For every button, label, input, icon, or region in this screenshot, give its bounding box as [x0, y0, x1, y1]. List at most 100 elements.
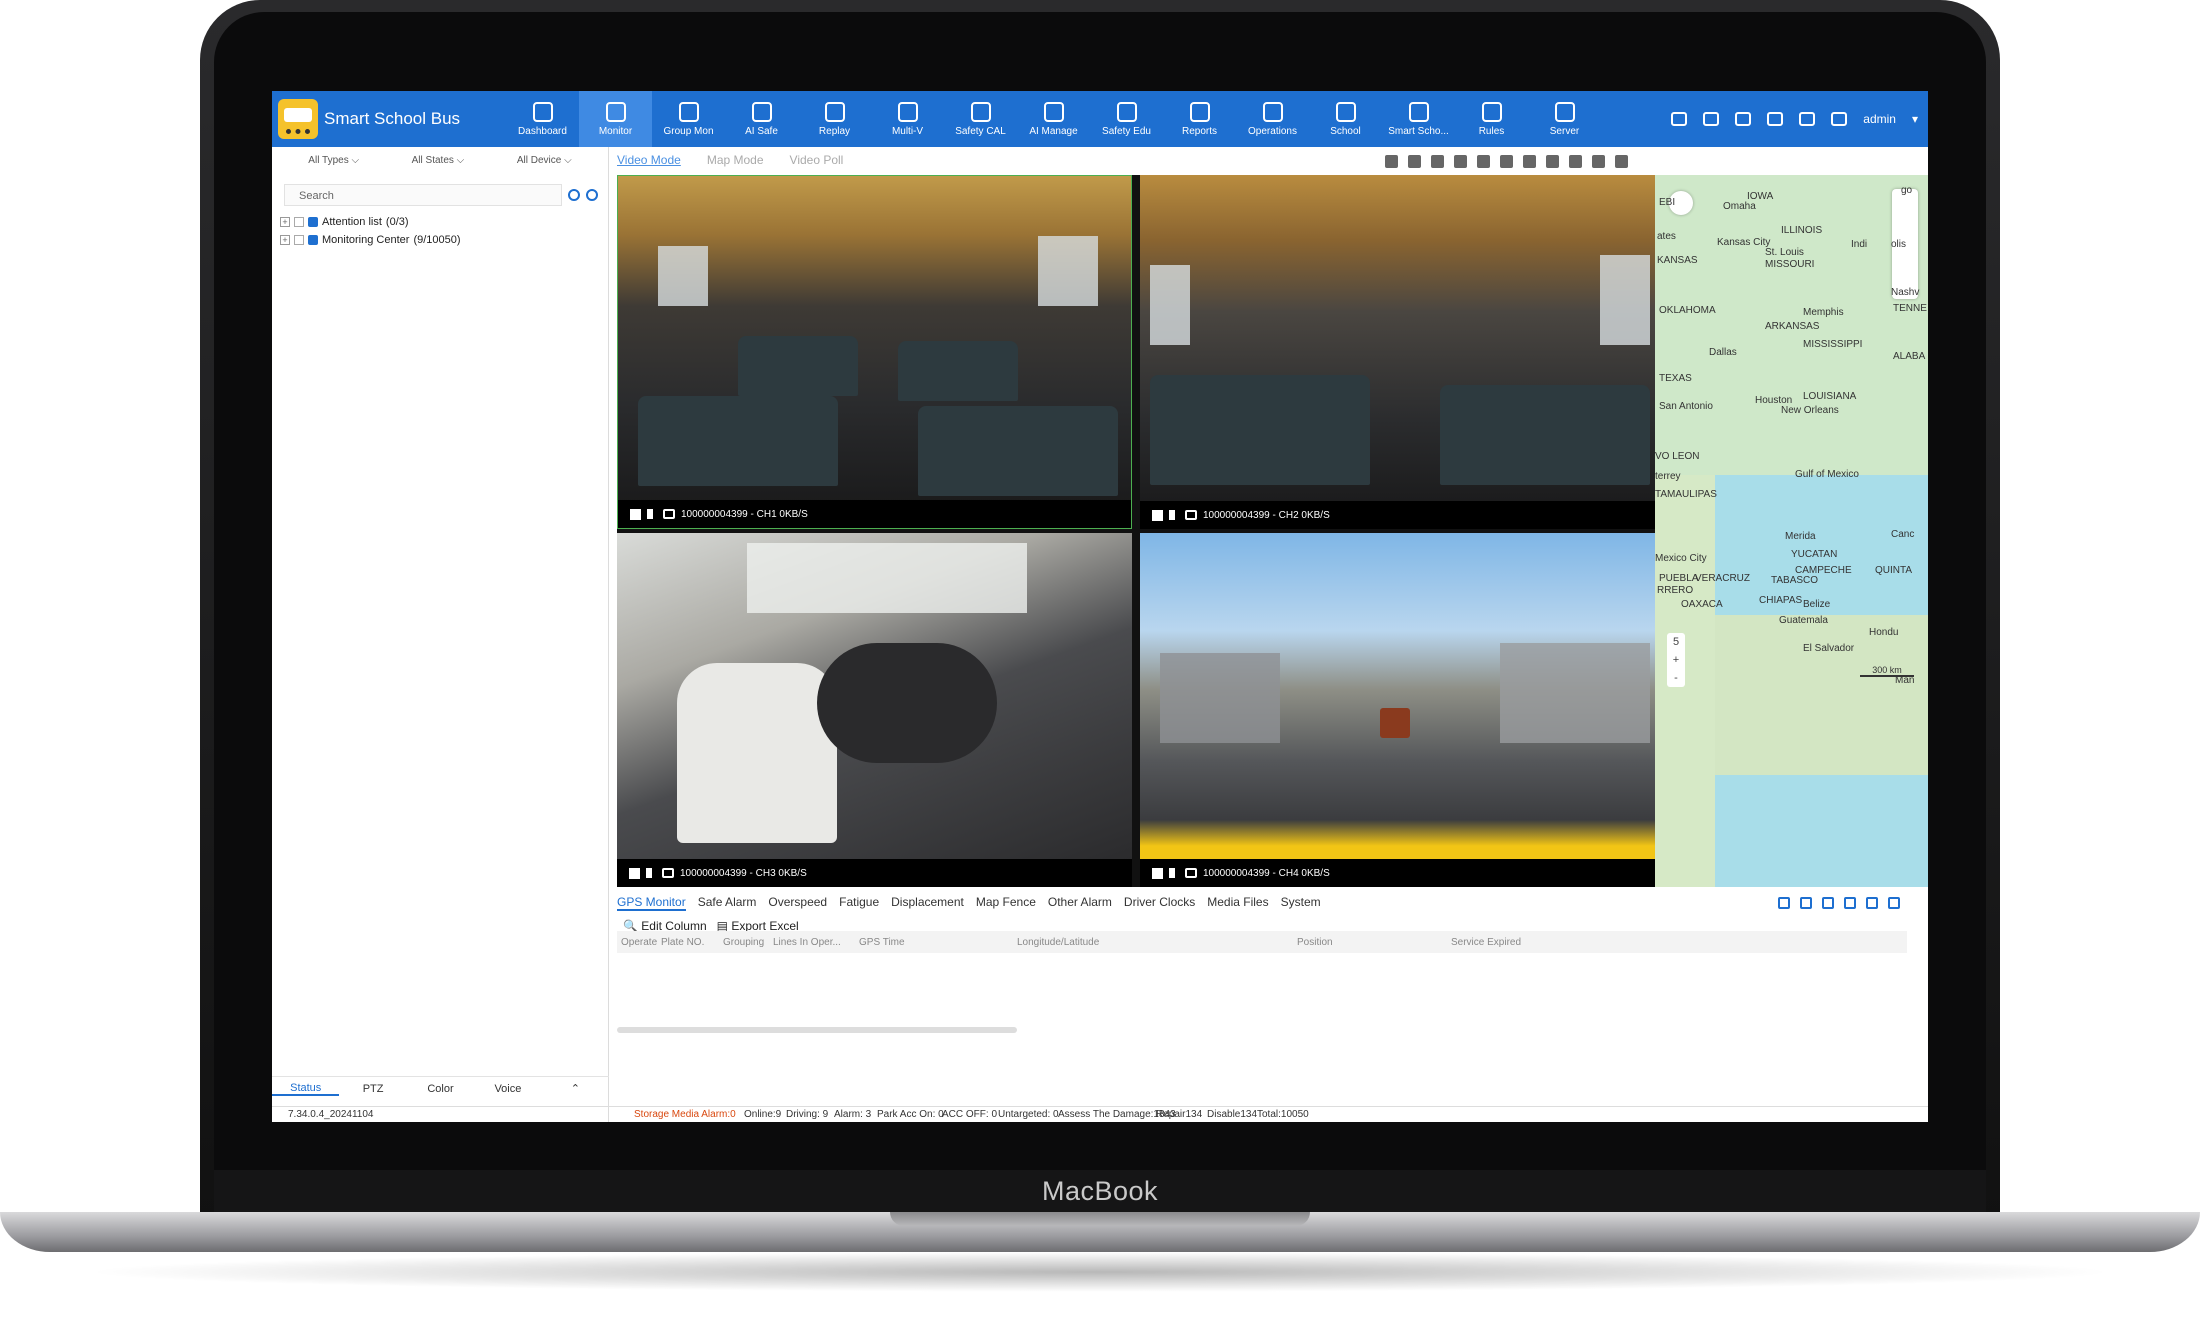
nav-item-safety-cal[interactable]: Safety CAL [944, 91, 1017, 147]
alarm-bell-icon[interactable] [1703, 112, 1720, 126]
tab-video-poll[interactable]: Video Poll [790, 153, 844, 167]
column-header[interactable]: Grouping [723, 937, 764, 948]
download-icon[interactable] [1671, 112, 1688, 126]
column-header[interactable]: Longitude/Latitude [1017, 937, 1099, 948]
collapse-up-icon[interactable]: ⌃ [542, 1082, 609, 1095]
snapshot-icon[interactable] [1185, 510, 1197, 520]
fullscreen-icon[interactable] [1592, 155, 1605, 168]
tab-other-alarm[interactable]: Other Alarm [1048, 895, 1112, 911]
filter-device[interactable]: All Device ⌵ [517, 155, 572, 171]
tab-video-mode[interactable]: Video Mode [617, 153, 681, 167]
capture-icon[interactable] [1523, 155, 1536, 168]
nav-item-school[interactable]: School [1309, 91, 1382, 147]
column-header[interactable]: Position [1297, 937, 1333, 948]
search-input[interactable]: Search [284, 184, 563, 206]
nav-item-rules[interactable]: Rules [1455, 91, 1528, 147]
mute-icon[interactable] [646, 868, 656, 878]
filter-states[interactable]: All States ⌵ [412, 155, 465, 171]
column-header[interactable]: Plate NO. [661, 937, 704, 948]
nav-item-monitor[interactable]: Monitor [579, 91, 652, 147]
column-header[interactable]: Lines In Oper... [773, 937, 841, 948]
video-cell-ch2[interactable]: 100000004399 - CH2 0KB/S [1140, 175, 1655, 529]
stop-icon[interactable] [1569, 155, 1582, 168]
tab-system[interactable]: System [1281, 895, 1321, 911]
nav-item-multi-v[interactable]: Multi-V [871, 91, 944, 147]
tree-item-attention[interactable]: + Attention list (0/3) [280, 213, 461, 231]
brand[interactable]: Smart School Bus [278, 97, 460, 141]
mute-icon[interactable] [1169, 510, 1179, 520]
expand-icon[interactable]: + [280, 235, 290, 245]
settings-icon[interactable] [586, 189, 598, 201]
stop-square-icon[interactable] [1152, 509, 1163, 521]
bus-list-icon[interactable] [1778, 897, 1790, 909]
snapshot-icon[interactable] [663, 509, 675, 519]
layout-1-icon[interactable] [1385, 155, 1398, 168]
layout-9-icon[interactable] [1477, 155, 1490, 168]
mute-icon[interactable] [647, 509, 657, 519]
tab-voice[interactable]: Voice [474, 1083, 541, 1095]
layout-4-icon[interactable] [1408, 155, 1421, 168]
snapshot-icon[interactable] [662, 868, 674, 878]
mute-icon[interactable] [1169, 868, 1179, 878]
tab-media-files[interactable]: Media Files [1207, 895, 1268, 911]
video-cell-ch1[interactable]: 100000004399 - CH1 0KB/S [617, 175, 1132, 529]
user-menu[interactable]: admin [1863, 112, 1896, 126]
stop-square-icon[interactable] [1152, 867, 1163, 879]
tab-overspeed[interactable]: Overspeed [768, 895, 827, 911]
column-header[interactable]: Operate [621, 937, 657, 948]
apps-grid-icon[interactable] [1735, 112, 1752, 126]
gear-icon[interactable] [1615, 155, 1628, 168]
chevron-down-icon[interactable]: ▾ [1912, 112, 1918, 126]
tab-driver-clocks[interactable]: Driver Clocks [1124, 895, 1195, 911]
zoom-in-icon[interactable]: + [1667, 651, 1685, 669]
tab-ptz[interactable]: PTZ [339, 1083, 406, 1095]
stop-square-icon[interactable] [630, 508, 641, 520]
nav-item-server[interactable]: Server [1528, 91, 1601, 147]
nav-item-reports[interactable]: Reports [1163, 91, 1236, 147]
nav-item-replay[interactable]: Replay [798, 91, 871, 147]
tree-checkbox[interactable] [294, 217, 304, 227]
home-icon[interactable] [1866, 897, 1878, 909]
nav-item-dashboard[interactable]: Dashboard [506, 91, 579, 147]
tab-map-mode[interactable]: Map Mode [707, 153, 764, 167]
snapshot-icon[interactable] [1185, 868, 1197, 878]
tree-checkbox[interactable] [294, 235, 304, 245]
tab-safe-alarm[interactable]: Safe Alarm [698, 895, 757, 911]
tab-displacement[interactable]: Displacement [891, 895, 964, 911]
nav-item-smart-scho[interactable]: Smart Scho... [1382, 91, 1455, 147]
nav-item-safety-edu[interactable]: Safety Edu [1090, 91, 1163, 147]
calendar-icon[interactable] [1822, 897, 1834, 909]
tab-gps-monitor[interactable]: GPS Monitor [617, 895, 686, 911]
mail-icon[interactable] [1799, 112, 1816, 126]
layout-8-icon[interactable] [1454, 155, 1467, 168]
tree-item-monitoring-center[interactable]: + Monitoring Center (9/10050) [280, 231, 461, 249]
column-header[interactable]: Service Expired [1451, 937, 1521, 948]
layout-16-icon[interactable] [1500, 155, 1513, 168]
info-icon[interactable] [1888, 897, 1900, 909]
column-header[interactable]: GPS Time [859, 937, 905, 948]
layout-6-icon[interactable] [1431, 155, 1444, 168]
horizontal-scrollbar[interactable] [617, 1027, 1017, 1033]
map-zoom-control[interactable]: 5 + - [1667, 633, 1685, 687]
bus-icon[interactable] [1800, 897, 1812, 909]
tab-status[interactable]: Status [272, 1082, 340, 1096]
list-icon[interactable] [1844, 897, 1856, 909]
tab-fatigue[interactable]: Fatigue [839, 895, 879, 911]
nav-item-ai-manage[interactable]: AI Manage [1017, 91, 1090, 147]
stop-square-icon[interactable] [629, 867, 640, 879]
zoom-out-icon[interactable]: - [1667, 669, 1685, 687]
cloud-icon[interactable] [1831, 112, 1848, 126]
tab-color[interactable]: Color [407, 1083, 474, 1095]
tab-map-fence[interactable]: Map Fence [976, 895, 1036, 911]
expand-icon[interactable]: + [280, 217, 290, 227]
nav-item-operations[interactable]: Operations [1236, 91, 1309, 147]
video-cell-ch3[interactable]: 100000004399 - CH3 0KB/S [617, 533, 1132, 887]
search-icon[interactable] [568, 189, 581, 201]
map-panel[interactable]: 5 + - 300 km IOWA Omaha Kansas City St. Lou… [1655, 175, 1928, 887]
theme-shirt-icon[interactable] [1767, 112, 1784, 126]
filter-types[interactable]: All Types ⌵ [308, 155, 359, 171]
video-cell-ch4[interactable]: 100000004399 - CH4 0KB/S [1140, 533, 1655, 887]
record-icon[interactable] [1546, 155, 1559, 168]
nav-item-ai-safe[interactable]: AI Safe [725, 91, 798, 147]
nav-item-group-mon[interactable]: Group Mon [652, 91, 725, 147]
